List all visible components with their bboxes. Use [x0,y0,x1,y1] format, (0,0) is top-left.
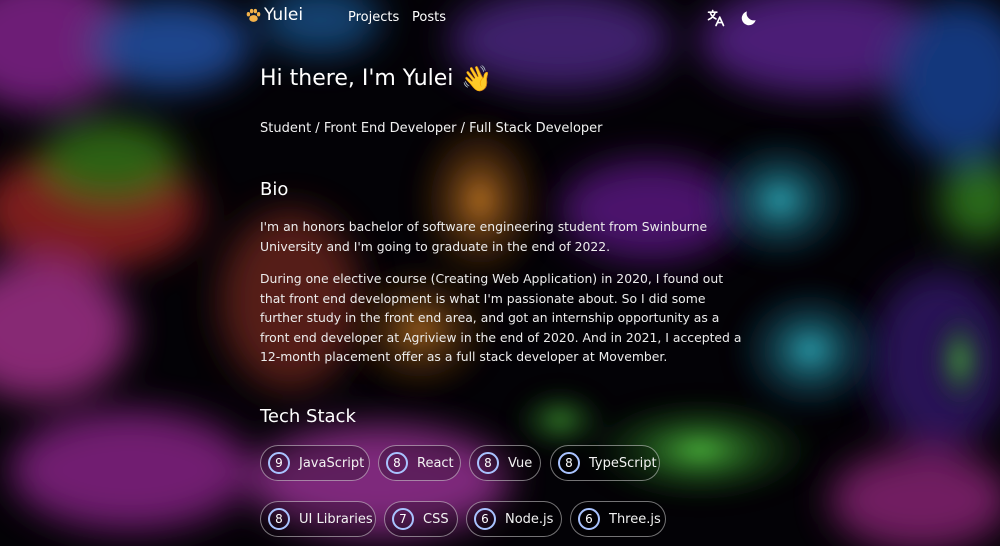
tech-chip-label: JavaScript [299,455,365,471]
hero-greeting: Hi there, I'm Yulei [260,66,454,91]
tech-chip-threejs[interactable]: 6 Three.js [570,501,666,537]
tech-chip-javascript[interactable]: 9 JavaScript [260,445,370,481]
hero-roles: Student / Front End Developer / Full Sta… [260,121,603,136]
bio-paragraph-2: During one elective course (Creating Web… [260,271,742,365]
tech-chip-label: UI Libraries [299,511,373,527]
translate-icon[interactable] [706,8,726,28]
tech-count-badge: 6 [474,508,496,530]
page: Yulei Projects Posts Hi there, I'm Yulei… [0,0,1000,546]
tech-chip-nodejs[interactable]: 6 Node.js [466,501,562,537]
waving-hand-icon: 👋 [461,64,493,93]
tech-chip-vue[interactable]: 8 Vue [469,445,541,481]
tech-count-badge: 8 [268,508,290,530]
bio-paragraph-1: I'm an honors bachelor of software engin… [260,219,708,254]
tech-chip-ui-libraries[interactable]: 8 UI Libraries [260,501,376,537]
tech-chip-label: Three.js [609,511,661,527]
tech-chip-label: CSS [423,511,449,527]
tech-count-badge: 7 [392,508,414,530]
tech-count-badge: 8 [477,452,499,474]
nav-link-projects[interactable]: Projects [348,10,399,25]
tech-chip-label: TypeScript [589,455,657,471]
moon-icon[interactable] [739,8,759,28]
bio-heading: Bio [260,179,289,200]
paw-icon [246,8,261,22]
tech-chip-react[interactable]: 8 React [378,445,461,481]
tech-chip-label: React [417,455,454,471]
tech-count-badge: 8 [386,452,408,474]
tech-count-badge: 6 [578,508,600,530]
top-navbar: Yulei Projects Posts [0,0,1000,36]
nav-link-posts[interactable]: Posts [412,10,446,25]
tech-chip-css[interactable]: 7 CSS [384,501,458,537]
logo-text: Yulei [264,5,304,25]
tech-count-badge: 8 [558,452,580,474]
hero-heading: Hi there, I'm Yulei 👋 [260,66,493,91]
site-logo[interactable]: Yulei [245,5,303,25]
tech-stack-heading: Tech Stack [260,406,356,427]
tech-chip-label: Vue [508,455,533,471]
tech-chip-label: Node.js [505,511,554,527]
tech-count-badge: 9 [268,452,290,474]
tech-chip-typescript[interactable]: 8 TypeScript [550,445,660,481]
